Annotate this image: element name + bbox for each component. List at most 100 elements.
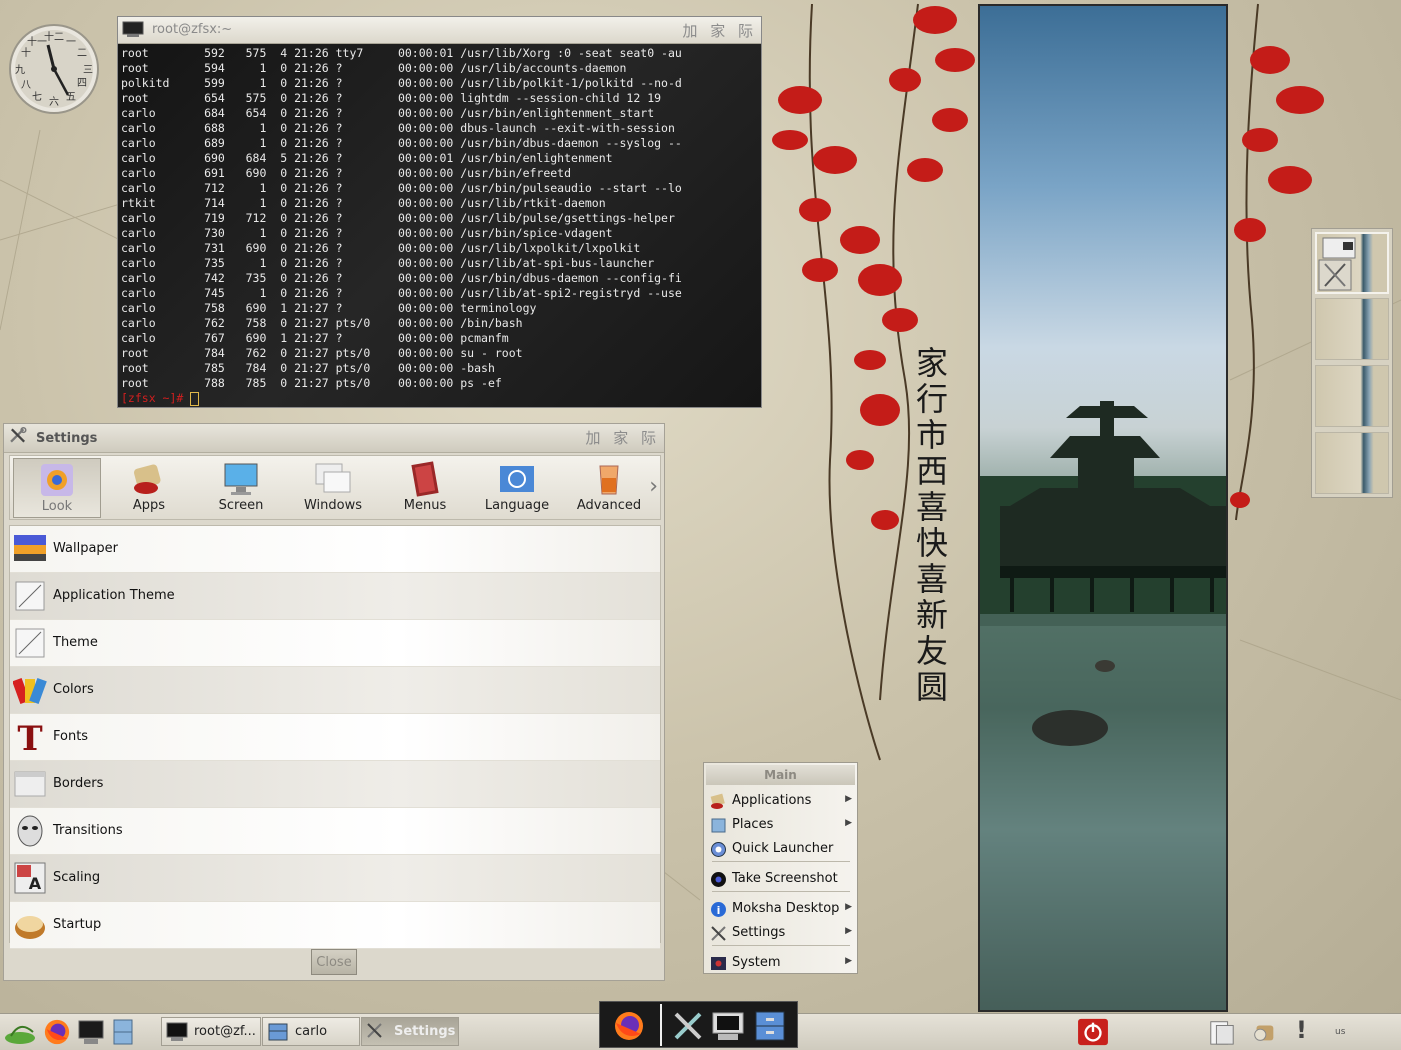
menu-item-label: Quick Launcher	[732, 841, 834, 856]
menu-item-label: Take Screenshot	[732, 871, 838, 886]
menu-separator	[712, 861, 850, 862]
clipboard-icon[interactable]	[1206, 1018, 1238, 1046]
close-button[interactable]: Close	[311, 949, 357, 975]
tab-advanced[interactable]: Advanced	[565, 458, 653, 518]
terminal-line: carlo 719 712 0 21:26 ? 00:00:00 /usr/li…	[121, 211, 675, 225]
main-menu-header: Main	[706, 765, 855, 785]
applications-icon	[710, 793, 727, 810]
tab-menus[interactable]: Menus	[381, 458, 469, 518]
settings-item-wallpaper[interactable]: Wallpaper	[10, 526, 660, 573]
file-cabinet-icon[interactable]	[110, 1018, 136, 1046]
task-label: root@zf...	[194, 1024, 256, 1039]
menu-item-settings[interactable]: Settings ▶	[708, 922, 854, 944]
svg-text:四: 四	[77, 78, 87, 89]
terminal-line: carlo 758 690 1 21:27 ? 00:00:00 termino…	[121, 301, 537, 315]
terminal-prompt-line[interactable]: [zfsx ~]#	[121, 391, 761, 406]
svg-text:十一: 十一	[27, 35, 47, 48]
desktop-1[interactable]	[1315, 232, 1389, 294]
terminal-window[interactable]: root@zfsx:~ 加 家 际 root 592 575 4 21:26 t…	[117, 16, 762, 408]
tab-label: Apps	[132, 498, 166, 513]
settings-title: Settings	[36, 431, 98, 446]
svg-text:二: 二	[77, 48, 87, 59]
terminal-line: root 592 575 4 21:26 tty7 00:00:01 /usr/…	[121, 46, 682, 60]
menu-item-moksha-desktop[interactable]: i Moksha Desktop ▶	[708, 898, 854, 920]
settings-item-list: Wallpaper Application Theme Theme Colors T Fo…	[9, 525, 661, 949]
desktop-2[interactable]	[1315, 298, 1389, 360]
tab-apps[interactable]: Apps	[105, 458, 193, 518]
settings-titlebar[interactable]: Settings 加 家 际	[4, 424, 664, 453]
settings-item-label: Scaling	[53, 870, 101, 885]
window-controls[interactable]: 加 家 际	[682, 20, 757, 41]
settings-item-label: Theme	[53, 635, 98, 650]
window-controls[interactable]: 加 家 际	[585, 427, 660, 448]
terminal-launcher-icon[interactable]	[76, 1018, 106, 1046]
clock-gadget[interactable]: 十二 一二 三四五 六七八 九十十一	[8, 23, 100, 115]
main-menu: Main Applications ▶ Places ▶ Quick Launcher T…	[703, 762, 858, 974]
terminal-launcher-icon[interactable]	[710, 1010, 746, 1042]
wallpaper-icon	[13, 532, 47, 566]
start-menu-icon[interactable]	[3, 1020, 37, 1048]
borders-icon	[13, 767, 47, 801]
mixer-icon[interactable]	[1248, 1018, 1280, 1046]
task-label: Settings	[394, 1024, 456, 1039]
tab-label: Language	[484, 498, 550, 513]
settings-item-borders[interactable]: Borders	[10, 761, 660, 808]
tab-windows[interactable]: Windows	[289, 458, 377, 518]
settings-item-startup[interactable]: Startup	[10, 902, 660, 949]
firefox-icon[interactable]	[42, 1018, 72, 1046]
terminal-line: carlo 684 654 0 21:26 ? 00:00:00 /usr/bi…	[121, 106, 655, 120]
look-icon	[38, 461, 76, 499]
svg-text:六: 六	[49, 96, 59, 108]
menu-item-places[interactable]: Places ▶	[708, 814, 854, 836]
terminal-line: root 654 575 0 21:26 ? 00:00:00 lightdm …	[121, 91, 662, 105]
file-manager-icon	[267, 1022, 289, 1042]
task-button-file-manager[interactable]: carlo	[262, 1017, 360, 1046]
settings-item-application-theme[interactable]: Application Theme	[10, 573, 660, 620]
desktop-4[interactable]	[1315, 432, 1389, 494]
tab-screen[interactable]: Screen	[197, 458, 285, 518]
power-button-icon[interactable]	[1076, 1018, 1110, 1046]
terminal-line: carlo 745 1 0 21:26 ? 00:00:00 /usr/lib/…	[121, 286, 682, 300]
svg-text:八: 八	[21, 80, 31, 91]
system-icon	[710, 955, 727, 972]
menu-item-applications[interactable]: Applications ▶	[708, 790, 854, 812]
settings-tools-icon[interactable]	[672, 1010, 706, 1042]
settings-item-fonts[interactable]: T Fonts	[10, 714, 660, 761]
info-icon: i	[710, 901, 727, 918]
fonts-icon: T	[13, 719, 47, 759]
terminal-titlebar[interactable]: root@zfsx:~ 加 家 际	[118, 17, 761, 44]
menu-item-system[interactable]: System ▶	[708, 952, 854, 974]
menu-item-quick-launcher[interactable]: Quick Launcher	[708, 838, 854, 860]
settings-item-label: Transitions	[53, 823, 123, 838]
settings-item-scaling[interactable]: A Scaling	[10, 855, 660, 902]
tab-look[interactable]: Look	[13, 458, 101, 518]
calligraphy-text: 家行市西喜快喜新友圆	[915, 344, 948, 706]
tab-language[interactable]: Language	[473, 458, 561, 518]
terminal-line: root 594 1 0 21:26 ? 00:00:00 /usr/lib/a…	[121, 61, 627, 75]
settings-tools-icon	[10, 427, 27, 443]
terminal-line: carlo 712 1 0 21:26 ? 00:00:00 /usr/bin/…	[121, 181, 682, 195]
menu-item-take-screenshot[interactable]: Take Screenshot	[708, 868, 854, 890]
tab-label: Advanced	[576, 498, 642, 513]
task-button-settings[interactable]: Settings	[361, 1017, 459, 1046]
firefox-icon[interactable]	[612, 1010, 646, 1042]
shell-prompt: [zfsx ~]#	[121, 391, 191, 405]
settings-item-transitions[interactable]: Transitions	[10, 808, 660, 855]
file-manager-icon[interactable]	[752, 1008, 788, 1044]
terminal-output[interactable]: root 592 575 4 21:26 tty7 00:00:01 /usr/…	[118, 44, 761, 407]
apps-icon	[130, 460, 168, 498]
terminal-line: carlo 767 690 1 21:27 ? 00:00:00 pcmanfm	[121, 331, 509, 345]
settings-item-theme[interactable]: Theme	[10, 620, 660, 667]
terminal-icon	[166, 1022, 188, 1042]
svg-text:三: 三	[83, 65, 93, 76]
text-cursor	[190, 391, 200, 406]
task-button-terminal[interactable]: root@zf...	[161, 1017, 261, 1046]
menu-separator	[712, 945, 850, 946]
terminal-line: polkitd 599 1 0 21:26 ? 00:00:00 /usr/li…	[121, 76, 682, 90]
settings-category-bar: ‹ › LookAppsScreenWindowsMenusLanguageAd…	[9, 455, 661, 520]
settings-item-colors[interactable]: Colors	[10, 667, 660, 714]
settings-window[interactable]: Settings 加 家 际 ‹ › LookAppsScreenWindows…	[3, 423, 665, 981]
desktop-3[interactable]	[1315, 365, 1389, 427]
alert-icon[interactable]: !	[1296, 1016, 1307, 1044]
keyboard-layout-indicator[interactable]: us	[1335, 1027, 1345, 1037]
